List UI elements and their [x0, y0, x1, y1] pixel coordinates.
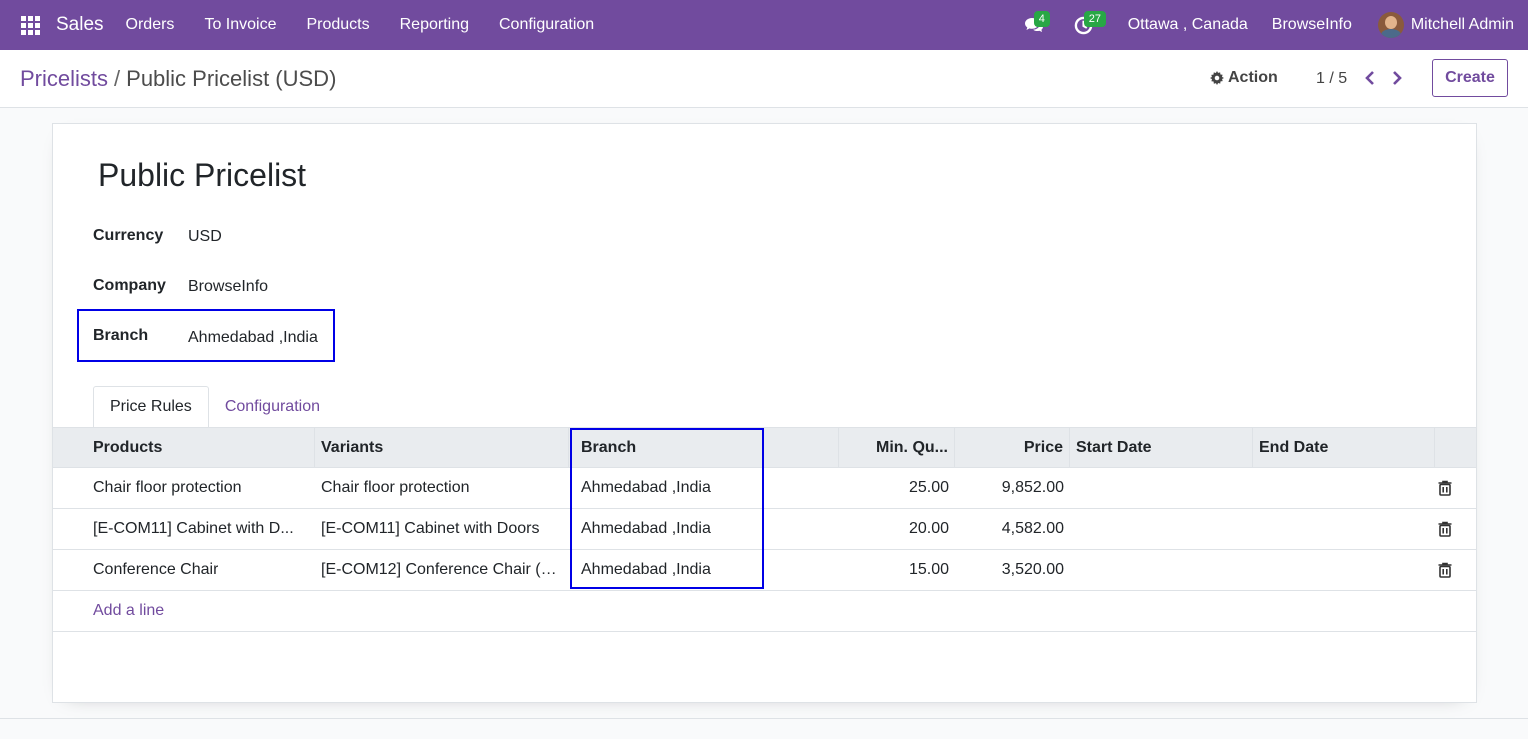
row-product-cell[interactable]: Chair floor protection	[53, 468, 315, 508]
row-price-cell[interactable]: 4,582.00	[955, 509, 1070, 549]
menu-reporting[interactable]: Reporting	[400, 16, 469, 34]
trash-icon[interactable]	[1437, 562, 1453, 578]
add-line-link[interactable]: Add a line	[93, 602, 164, 620]
pricelist-name[interactable]: Public Pricelist	[98, 157, 306, 194]
pager-next-button[interactable]	[1387, 66, 1407, 90]
action-menu-button[interactable]: Action	[1210, 69, 1278, 87]
row-min-qty: 20.00	[908, 520, 949, 537]
row-product: Chair floor protection	[93, 479, 242, 496]
row-start-date-cell[interactable]	[1070, 550, 1253, 590]
messages-count-badge: 4	[1033, 11, 1050, 27]
tab-price-rules[interactable]: Price Rules	[93, 386, 209, 428]
price-rules-table: Products Variants Branch Min. Qu... Pric…	[53, 427, 1476, 632]
column-end-date[interactable]: End Date	[1253, 428, 1435, 468]
table-header: Products Variants Branch Min. Qu... Pric…	[53, 427, 1476, 468]
breadcrumb: Pricelists / Public Pricelist (USD)	[20, 66, 336, 92]
row-variant: [E-COM11] Cabinet with Doors	[321, 520, 540, 537]
row-variant-cell[interactable]: [E-COM11] Cabinet with Doors	[315, 509, 569, 549]
row-price: 3,520.00	[1001, 561, 1064, 578]
tab-configuration[interactable]: Configuration	[209, 386, 336, 428]
row-price: 4,582.00	[1001, 520, 1064, 537]
trash-icon[interactable]	[1437, 521, 1453, 537]
menu-orders[interactable]: Orders	[126, 16, 175, 34]
user-avatar[interactable]	[1377, 12, 1404, 38]
table-row[interactable]: Chair floor protection Chair floor prote…	[53, 468, 1476, 509]
company-label: Company	[93, 277, 166, 294]
company-switcher[interactable]: BrowseInfo	[1272, 16, 1352, 34]
row-end-date-cell[interactable]	[1253, 468, 1435, 508]
control-panel: Pricelists / Public Pricelist (USD) Action…	[0, 50, 1528, 108]
row-variant: [E-COM12] Conference Chair (St...	[321, 561, 563, 578]
user-menu[interactable]: Mitchell Admin	[1411, 16, 1514, 34]
branch-switcher[interactable]: Ottawa , Canada	[1128, 16, 1248, 34]
apps-menu-icon[interactable]	[0, 0, 60, 50]
trash-icon[interactable]	[1437, 480, 1453, 496]
activities-count-badge: 27	[1083, 11, 1106, 27]
row-min-qty-cell[interactable]: 20.00	[839, 509, 955, 549]
app-brand[interactable]: Sales	[56, 14, 104, 36]
menu-products[interactable]: Products	[306, 16, 369, 34]
row-variant-cell[interactable]: [E-COM12] Conference Chair (St...	[315, 550, 569, 590]
row-product: Conference Chair	[93, 561, 219, 578]
row-min-qty: 15.00	[908, 561, 949, 578]
action-label: Action	[1228, 69, 1278, 86]
breadcrumb-pricelists-link[interactable]: Pricelists	[20, 66, 108, 91]
chevron-left-icon	[1365, 71, 1374, 85]
table-row[interactable]: Conference Chair [E-COM12] Conference Ch…	[53, 550, 1476, 591]
row-price-cell[interactable]: 9,852.00	[955, 468, 1070, 508]
row-min-qty-cell[interactable]: 25.00	[839, 468, 955, 508]
row-product-cell[interactable]: Conference Chair	[53, 550, 315, 590]
row-min-qty-cell[interactable]: 15.00	[839, 550, 955, 590]
activities-button[interactable]: 27	[1064, 0, 1106, 50]
pager-value[interactable]: 1 / 5	[1316, 70, 1347, 88]
column-start-date[interactable]: Start Date	[1070, 428, 1253, 468]
currency-field[interactable]: USD	[188, 228, 222, 246]
row-price: 9,852.00	[1001, 479, 1064, 496]
row-price-cell[interactable]: 3,520.00	[955, 550, 1070, 590]
row-end-date-cell[interactable]	[1253, 509, 1435, 549]
breadcrumb-separator: /	[114, 66, 121, 91]
messages-button[interactable]: 4	[1014, 0, 1054, 50]
row-start-date-cell[interactable]	[1070, 468, 1253, 508]
gear-icon	[1210, 71, 1224, 85]
menu-to-invoice[interactable]: To Invoice	[204, 16, 276, 34]
top-navbar: Sales Orders To Invoice Products Reporti…	[0, 0, 1528, 50]
notebook-tabs: Price Rules Configuration	[93, 386, 336, 429]
row-product: [E-COM11] Cabinet with D...	[93, 520, 294, 537]
column-price[interactable]: Price	[955, 428, 1070, 468]
create-button[interactable]: Create	[1432, 59, 1508, 97]
bottom-divider	[0, 718, 1528, 719]
menu-configuration[interactable]: Configuration	[499, 16, 594, 34]
branch-column-highlight	[570, 428, 764, 589]
add-line-row: Add a line	[53, 591, 1476, 632]
breadcrumb-current: Public Pricelist (USD)	[126, 66, 337, 91]
column-min-quantity[interactable]: Min. Qu...	[839, 428, 955, 468]
row-product-cell[interactable]: [E-COM11] Cabinet with D...	[53, 509, 315, 549]
form-sheet: Public Pricelist Currency USD Company Br…	[52, 123, 1477, 703]
row-min-qty: 25.00	[908, 479, 949, 496]
currency-label: Currency	[93, 227, 164, 244]
pager-previous-button[interactable]	[1360, 66, 1380, 90]
chevron-right-icon	[1393, 71, 1402, 85]
company-field[interactable]: BrowseInfo	[188, 278, 268, 296]
column-variants[interactable]: Variants	[315, 428, 569, 468]
branch-field-highlight	[77, 309, 335, 362]
table-row[interactable]: [E-COM11] Cabinet with D... [E-COM11] Ca…	[53, 509, 1476, 550]
column-products[interactable]: Products	[53, 428, 315, 468]
row-end-date-cell[interactable]	[1253, 550, 1435, 590]
row-start-date-cell[interactable]	[1070, 509, 1253, 549]
row-variant-cell[interactable]: Chair floor protection	[315, 468, 569, 508]
row-variant: Chair floor protection	[321, 479, 470, 496]
